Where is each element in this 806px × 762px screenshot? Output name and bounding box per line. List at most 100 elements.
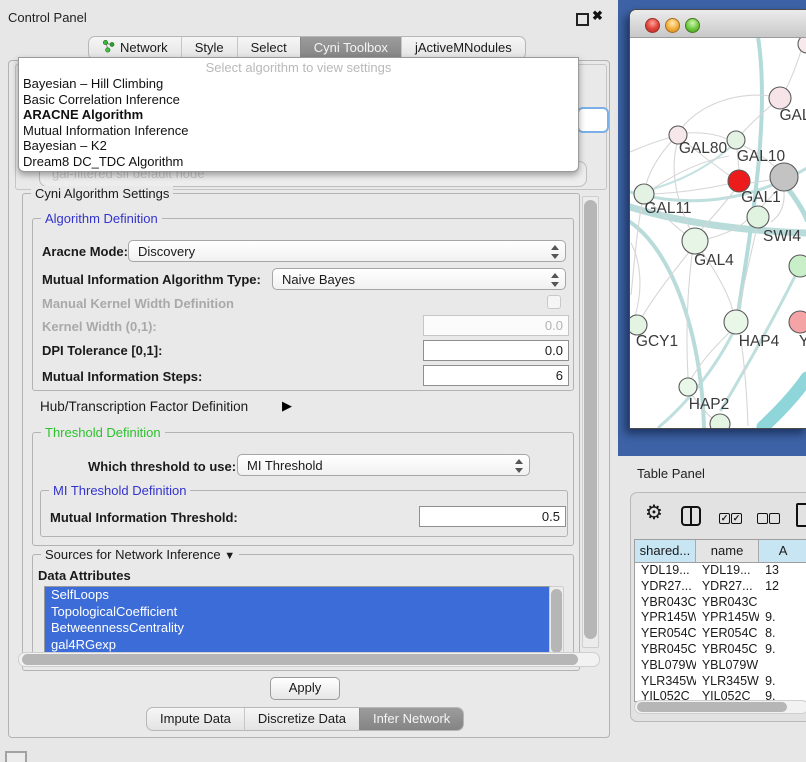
table-row[interactable]: YPR145WYPR145W9. xyxy=(635,610,806,626)
combo-value: Discovery xyxy=(138,244,195,259)
mi-steps-field[interactable]: 6 xyxy=(423,365,569,386)
gear-icon[interactable]: ⚙ xyxy=(645,503,663,523)
tab-label: Style xyxy=(195,40,224,55)
network-node-swi4[interactable] xyxy=(747,206,769,228)
table-column-header[interactable]: A xyxy=(759,540,806,562)
algorithm-option[interactable]: Bayesian – K2 xyxy=(19,138,578,154)
network-node-label: GCY1 xyxy=(636,333,678,350)
table-cell: YBR045C xyxy=(696,642,759,658)
stepper-icon xyxy=(549,244,560,260)
table-panel: Table Panel ⚙ ✓ ✓ shared...nameA YDL19..… xyxy=(618,456,806,762)
attribute-item[interactable]: SelfLoops xyxy=(45,587,552,604)
network-graph[interactable]: GALGAL80GAL10GAL1GAL11SWI4GAL4GCY1HAP4YH… xyxy=(630,37,806,428)
which-threshold-combo[interactable]: MI Threshold xyxy=(237,454,530,476)
tab-infer-network[interactable]: Infer Network xyxy=(359,708,463,730)
network-node-label: GAL80 xyxy=(679,140,728,157)
network-node-label: HAP4 xyxy=(739,333,780,350)
table-column-header[interactable]: shared... xyxy=(635,540,696,562)
mi-type-label: Mutual Information Algorithm Type: xyxy=(42,272,261,287)
attribute-item[interactable]: gal4RGexp xyxy=(45,637,552,654)
checked-checkbox-icon[interactable]: ✓ xyxy=(719,513,730,524)
close-window-icon[interactable] xyxy=(645,18,660,33)
tab-cyni-toolbox[interactable]: Cyni Toolbox xyxy=(300,37,401,59)
network-window-titlebar[interactable] xyxy=(630,10,806,38)
table-row[interactable]: YLR345WYLR345W9. xyxy=(635,674,806,690)
algorithm-option[interactable]: Mutual Information Inference xyxy=(19,123,578,139)
panel-corner-icon[interactable] xyxy=(5,751,27,762)
mi-threshold-field[interactable]: 0.5 xyxy=(419,506,566,527)
network-node[interactable] xyxy=(770,163,798,191)
group-title: Sources for Network Inference ▼ xyxy=(41,547,239,564)
table-cell: 9. xyxy=(759,642,806,658)
manual-kernel-checkbox[interactable] xyxy=(547,295,561,309)
tab-label: jActiveMNodules xyxy=(415,40,512,55)
table-column-header[interactable]: name xyxy=(696,540,759,562)
unchecked-checkbox-icon[interactable] xyxy=(769,513,780,524)
stepper-icon xyxy=(513,458,524,474)
close-icon[interactable]: ✖ xyxy=(592,8,603,24)
minimize-window-icon[interactable] xyxy=(665,18,680,33)
network-node[interactable] xyxy=(710,414,730,428)
kernel-width-field[interactable]: 0.0 xyxy=(423,315,569,336)
tab-label: Discretize Data xyxy=(258,711,346,726)
tab-label: Network xyxy=(120,40,168,55)
document-icon[interactable] xyxy=(796,503,806,527)
table-cell xyxy=(759,658,806,674)
float-window-icon[interactable] xyxy=(576,13,589,26)
table-row[interactable]: YBR043CYBR043C xyxy=(635,595,806,611)
attribute-item[interactable]: BetweennessCentrality xyxy=(45,620,552,637)
hub-section-label[interactable]: Hub/Transcription Factor Definition xyxy=(40,399,248,414)
algorithm-option[interactable]: Bayesian – Hill Climbing xyxy=(19,76,578,92)
aracne-mode-combo[interactable]: Discovery xyxy=(128,240,566,262)
table-cell: 13 xyxy=(759,563,806,579)
zoom-window-icon[interactable] xyxy=(685,18,700,33)
settings-horizontal-scrollbar[interactable] xyxy=(18,652,600,667)
data-attributes-label: Data Attributes xyxy=(38,568,131,583)
network-node-label: GAL xyxy=(779,107,806,124)
network-node-hap2[interactable] xyxy=(679,378,697,396)
network-node-label: Y xyxy=(799,333,806,350)
algorithm-option[interactable]: Dream8 DC_TDC Algorithm xyxy=(19,154,578,170)
attributes-scrollbar[interactable] xyxy=(549,586,564,656)
collapse-down-icon[interactable]: ▼ xyxy=(224,550,235,562)
table-cell: YDR27... xyxy=(696,579,759,595)
mi-type-combo[interactable]: Naive Bayes xyxy=(272,268,566,290)
group-title: MI Threshold Definition xyxy=(49,483,190,498)
tab-jactivemnodules[interactable]: jActiveMNodules xyxy=(401,37,525,59)
focused-combo-fragment xyxy=(577,107,609,133)
table-row[interactable]: YER054CYER054C8. xyxy=(635,626,806,642)
algorithm-option[interactable]: Basic Correlation Inference xyxy=(19,92,578,108)
tab-discretize-data[interactable]: Discretize Data xyxy=(244,708,359,730)
tab-style[interactable]: Style xyxy=(181,37,237,59)
network-node-gcy1[interactable] xyxy=(630,315,647,335)
algorithm-option[interactable]: ARACNE Algorithm xyxy=(19,107,578,123)
network-node-hap4[interactable] xyxy=(724,310,748,334)
network-node[interactable] xyxy=(798,37,806,53)
table-cell: YBR043C xyxy=(635,595,696,611)
table-row[interactable]: YDL19...YDL19...13 xyxy=(635,563,806,579)
network-node-gal[interactable] xyxy=(769,87,791,109)
network-node-y[interactable] xyxy=(789,311,806,333)
settings-vertical-scrollbar[interactable] xyxy=(582,196,599,648)
table-row[interactable]: YDR27...YDR27...12 xyxy=(635,579,806,595)
network-node-label: GAL4 xyxy=(694,252,734,269)
table-horizontal-scrollbar[interactable] xyxy=(634,700,806,714)
dpi-tolerance-field[interactable]: 0.0 xyxy=(423,340,569,361)
network-node-gal4[interactable] xyxy=(682,228,708,254)
table-cell: 9. xyxy=(759,674,806,690)
columns-icon[interactable] xyxy=(681,506,701,526)
tab-select[interactable]: Select xyxy=(237,37,300,59)
combo-value: Naive Bayes xyxy=(282,272,355,287)
network-node[interactable] xyxy=(789,255,806,277)
table-row[interactable]: YBR045CYBR045C9. xyxy=(635,642,806,658)
tab-impute-data[interactable]: Impute Data xyxy=(147,708,244,730)
apply-button[interactable]: Apply xyxy=(270,677,340,700)
expand-right-icon[interactable]: ▶ xyxy=(282,398,292,414)
network-node-gal10[interactable] xyxy=(727,131,745,149)
tab-network[interactable]: Network xyxy=(89,37,181,59)
checked-checkbox-icon[interactable]: ✓ xyxy=(731,513,742,524)
node-attribute-table[interactable]: shared...nameA YDL19...YDL19...13YDR27..… xyxy=(634,539,806,702)
unchecked-checkbox-icon[interactable] xyxy=(757,513,768,524)
attribute-item[interactable]: TopologicalCoefficient xyxy=(45,604,552,621)
table-row[interactable]: YBL079WYBL079W xyxy=(635,658,806,674)
